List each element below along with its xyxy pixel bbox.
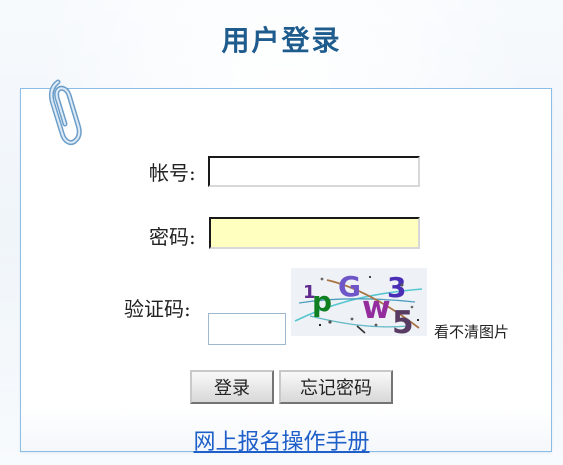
password-input[interactable] [209,217,420,249]
svg-text:G: G [338,270,361,303]
account-input[interactable] [208,156,420,187]
captcha-label: 验证码: [124,297,191,321]
captcha-image[interactable]: 1 p G w 3 5 [291,268,427,336]
manual-link[interactable]: 网上报名操作手册 [0,424,563,456]
svg-text:p: p [312,285,332,318]
refresh-captcha-link[interactable]: 看不清图片 [434,321,509,342]
svg-text:5: 5 [392,305,414,336]
password-label: 密码: [149,225,196,249]
paperclip-icon [41,75,85,155]
login-button[interactable]: 登录 [190,370,274,404]
page-title: 用户登录 [221,24,342,57]
forgot-password-button[interactable]: 忘记密码 [279,370,393,404]
account-label: 帐号: [149,161,196,185]
captcha-input[interactable] [208,313,286,345]
svg-text:3: 3 [387,271,406,304]
